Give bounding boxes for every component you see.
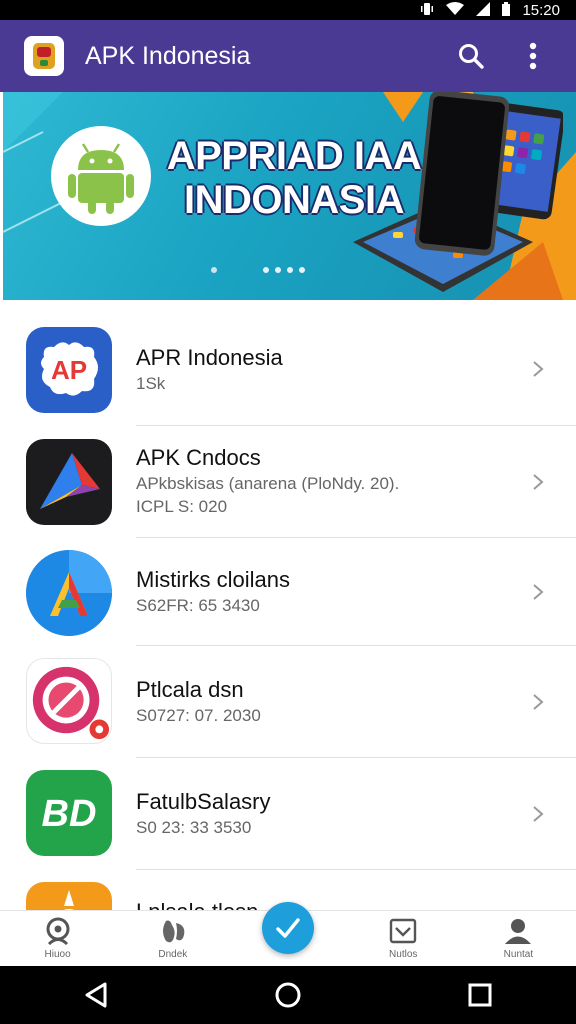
pager-dot[interactable] [287, 267, 293, 273]
banner-pager[interactable] [211, 267, 305, 273]
app-subtitle: S0 23: 33 3530 [136, 818, 252, 837]
compass-icon [26, 658, 112, 744]
status-time: 15:20 [522, 1, 560, 19]
bean-icon [162, 920, 185, 943]
pager-dot[interactable] [275, 267, 281, 273]
app-title: APK Indonesia [85, 41, 251, 70]
check-fab-button[interactable] [262, 902, 314, 954]
nav-item-home[interactable]: Hiuoo [0, 911, 115, 966]
app-bar: APK Indonesia [0, 20, 576, 92]
svg-text:AP: AP [51, 355, 87, 385]
app-name: Mistirks cloilans [136, 567, 291, 592]
chevron-right-icon [533, 694, 544, 710]
nav-item-dndek[interactable]: Dndek [115, 911, 230, 966]
status-bar: 15:20 [0, 0, 576, 20]
more-vert-icon [529, 42, 537, 70]
inbox-icon [390, 918, 417, 944]
chevron-right-icon [533, 361, 544, 377]
vibrate-icon [420, 2, 434, 19]
nav-label: Dndek [158, 949, 188, 960]
app-subtitle: S0727: 07. 2030 [136, 706, 261, 725]
app-subtitle: S62FR: 65 3430 [136, 596, 260, 615]
chevron-right-icon [533, 806, 544, 822]
list-item[interactable]: Ptlcala dsn S0727: 07. 2030 [0, 646, 576, 758]
pager-dot[interactable] [299, 267, 305, 273]
list-item[interactable]: BD FatulbSalasry S0 23: 33 3530 [0, 758, 576, 870]
android-logo-icon [51, 126, 151, 226]
nav-label: Hiuoo [44, 949, 71, 960]
nav-label: Nutlos [389, 949, 418, 960]
nav-item-profile[interactable]: Nuntat [461, 911, 576, 966]
app-subtitle: 1Sk [136, 374, 166, 393]
wifi-icon [446, 1, 465, 19]
app-name: FatulbSalasry [136, 789, 271, 814]
home-icon [46, 917, 70, 945]
chevron-right-icon [533, 584, 544, 600]
paper-plane-icon [26, 439, 112, 525]
chevron-right-icon [533, 474, 544, 490]
overflow-menu-button[interactable] [516, 39, 550, 73]
battery-icon [502, 1, 511, 19]
promo-banner[interactable]: APPRIAD IAA INDONASIA [3, 92, 576, 300]
home-button[interactable] [268, 975, 308, 1015]
list-item[interactable]: Mistirks cloilans S62FR: 65 3430 [0, 538, 576, 646]
phones-illustration [353, 92, 563, 292]
list-item[interactable]: AP APR Indonesia 1Sk [0, 312, 576, 426]
app-name: APK Cndocs [136, 445, 261, 470]
signal-icon [476, 1, 491, 19]
screen: 15:20 APK Indonesia APPRIAD IAA INDONASI… [0, 0, 576, 1024]
search-button[interactable] [454, 39, 488, 73]
recents-button[interactable] [460, 975, 500, 1015]
check-fab-icon [276, 918, 300, 938]
profile-icon [505, 919, 532, 944]
back-button[interactable] [76, 975, 116, 1015]
svg-text:BD: BD [42, 793, 97, 835]
app-subtitle: APkbskisas (anarena (PloNdy. 20). [136, 474, 400, 493]
back-triangle-icon [85, 982, 107, 1008]
app-list: AP APR Indonesia 1Sk APK Cndocs APkbskis… [0, 312, 576, 982]
bd-logo-icon: BD [26, 770, 112, 856]
system-nav-bar [0, 966, 576, 1024]
a-logo-icon [26, 550, 112, 636]
list-item[interactable]: APK Cndocs APkbskisas (anarena (PloNdy. … [0, 426, 576, 538]
pager-dot[interactable] [263, 267, 269, 273]
search-icon [459, 44, 484, 69]
home-circle-icon [275, 982, 301, 1008]
ap-badge-icon: AP [26, 327, 112, 413]
app-logo-icon [24, 36, 64, 76]
app-name: APR Indonesia [136, 345, 283, 370]
app-subtitle-secondary: ICPL S: 020 [136, 497, 228, 516]
nav-label: Nuntat [503, 949, 534, 960]
pager-dot[interactable] [211, 267, 217, 273]
app-name: Ptlcala dsn [136, 677, 244, 702]
recents-square-icon [468, 983, 492, 1007]
nav-item-notifications[interactable]: Nutlos [346, 911, 461, 966]
